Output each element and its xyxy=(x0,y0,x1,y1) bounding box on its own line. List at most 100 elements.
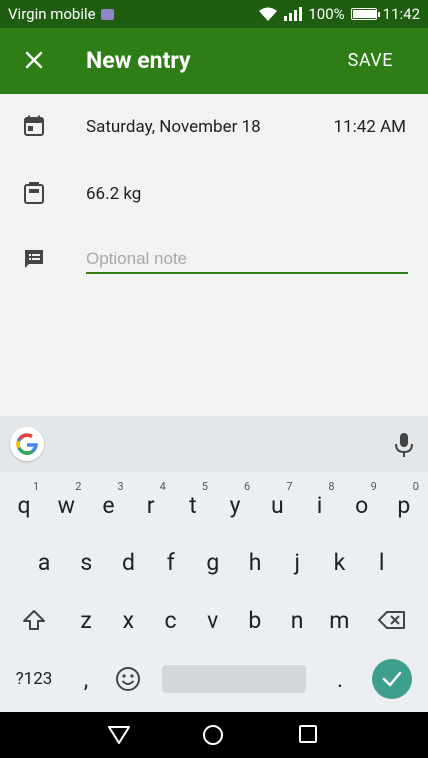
app-bar: New entry SAVE xyxy=(0,28,428,94)
shift-key[interactable] xyxy=(14,597,54,643)
key-row-1: q1w2e3r4t5y6u7i8o9p0 xyxy=(0,476,428,534)
message-icon xyxy=(100,9,114,20)
date-value[interactable]: Saturday, November 18 xyxy=(86,117,261,137)
key-hint: 1 xyxy=(33,480,40,493)
key-row-4: ?123 , . xyxy=(0,650,428,708)
enter-key[interactable] xyxy=(372,659,412,699)
key-a[interactable]: a xyxy=(23,539,65,585)
status-right: 100% 11:42 xyxy=(258,5,420,23)
key-hint: 7 xyxy=(286,480,293,493)
symbols-key[interactable]: ?123 xyxy=(10,656,58,702)
key-d[interactable]: d xyxy=(107,539,149,585)
key-y[interactable]: y6 xyxy=(214,480,256,528)
key-e[interactable]: e3 xyxy=(87,480,129,528)
google-icon[interactable] xyxy=(10,427,44,461)
key-label: r xyxy=(146,491,155,519)
key-label: s xyxy=(80,548,93,576)
keyboard: q1w2e3r4t5y6u7i8o9p0 asdfghjkl zxcvbnm ?… xyxy=(0,416,428,712)
save-button[interactable]: SAVE xyxy=(348,50,393,71)
weight-value[interactable]: 66.2 kg xyxy=(86,184,141,204)
microphone-icon[interactable] xyxy=(394,432,414,458)
backspace-icon xyxy=(378,611,405,629)
key-label: k xyxy=(333,548,346,576)
key-label: w xyxy=(57,491,75,519)
note-icon xyxy=(25,250,43,268)
key-s[interactable]: s xyxy=(65,539,107,585)
key-row-2: a sd f gh j k l xyxy=(0,533,428,591)
key-hint: 8 xyxy=(328,480,335,493)
key-hint: 6 xyxy=(244,480,251,493)
key-p[interactable]: p0 xyxy=(383,480,425,528)
space-key[interactable] xyxy=(162,665,306,693)
key-label: a xyxy=(37,548,51,576)
key-label: f xyxy=(166,548,175,576)
backspace-key[interactable] xyxy=(372,597,412,643)
key-label: o xyxy=(355,491,369,519)
key-label: n xyxy=(290,606,304,634)
page-title: New entry xyxy=(86,47,191,74)
key-l[interactable]: l xyxy=(361,539,403,585)
weight-scale-icon xyxy=(24,182,44,204)
key-hint: 5 xyxy=(201,480,208,493)
shift-icon xyxy=(23,610,45,630)
battery-percent: 100% xyxy=(308,5,345,23)
key-label: z xyxy=(80,606,92,634)
key-k[interactable]: k xyxy=(318,539,360,585)
key-g[interactable]: g xyxy=(192,539,234,585)
checkmark-icon xyxy=(382,671,402,687)
close-icon[interactable] xyxy=(22,48,46,72)
key-row-3: z x c v bnm xyxy=(0,591,428,649)
recents-icon[interactable] xyxy=(298,724,318,744)
key-u[interactable]: u7 xyxy=(256,480,298,528)
key-hint: 3 xyxy=(117,480,124,493)
period-key[interactable]: . xyxy=(326,656,354,702)
key-w[interactable]: w2 xyxy=(45,480,87,528)
key-hint: 2 xyxy=(75,480,82,493)
carrier-label: Virgin mobile xyxy=(8,5,114,23)
key-f[interactable]: f xyxy=(150,539,192,585)
key-z[interactable]: z xyxy=(65,597,107,643)
home-icon[interactable] xyxy=(202,724,224,746)
key-t[interactable]: t5 xyxy=(172,480,214,528)
key-label: y xyxy=(229,491,241,519)
key-label: t xyxy=(189,491,197,519)
key-m[interactable]: m xyxy=(318,597,360,643)
key-label: h xyxy=(248,548,262,576)
back-icon[interactable] xyxy=(107,724,131,746)
key-h[interactable]: h xyxy=(234,539,276,585)
clock: 11:42 xyxy=(382,5,420,23)
key-q[interactable]: q1 xyxy=(3,480,45,528)
emoji-icon xyxy=(116,667,140,691)
key-label: b xyxy=(248,606,262,634)
key-j[interactable]: j xyxy=(276,539,318,585)
key-b[interactable]: b xyxy=(234,597,276,643)
signal-icon xyxy=(284,7,303,21)
carrier-name: Virgin mobile xyxy=(8,5,96,23)
key-v[interactable]: v xyxy=(192,597,234,643)
navigation-bar xyxy=(0,712,428,758)
key-n[interactable]: n xyxy=(276,597,318,643)
key-label: v xyxy=(207,606,219,634)
key-label: d xyxy=(121,548,135,576)
key-label: i xyxy=(316,491,323,519)
key-x[interactable]: x xyxy=(107,597,149,643)
key-r[interactable]: r4 xyxy=(130,480,172,528)
note-input[interactable] xyxy=(86,246,408,274)
wifi-icon xyxy=(259,7,278,21)
entry-form: Saturday, November 18 11:42 AM 66.2 kg xyxy=(0,94,428,416)
suggestion-bar xyxy=(0,416,428,472)
key-label: u xyxy=(270,491,284,519)
key-i[interactable]: i8 xyxy=(298,480,340,528)
emoji-key[interactable] xyxy=(112,656,144,702)
key-label: e xyxy=(102,491,115,519)
comma-key[interactable]: , xyxy=(72,656,100,702)
key-label: m xyxy=(329,606,350,634)
key-hint: 4 xyxy=(159,480,166,493)
time-value[interactable]: 11:42 AM xyxy=(334,117,406,137)
key-o[interactable]: o9 xyxy=(341,480,383,528)
key-c[interactable]: c xyxy=(149,597,191,643)
battery-icon xyxy=(350,8,380,20)
status-bar: Virgin mobile 100% 11:42 xyxy=(0,0,428,28)
calendar-icon xyxy=(24,115,44,136)
key-hint: 0 xyxy=(412,480,419,493)
